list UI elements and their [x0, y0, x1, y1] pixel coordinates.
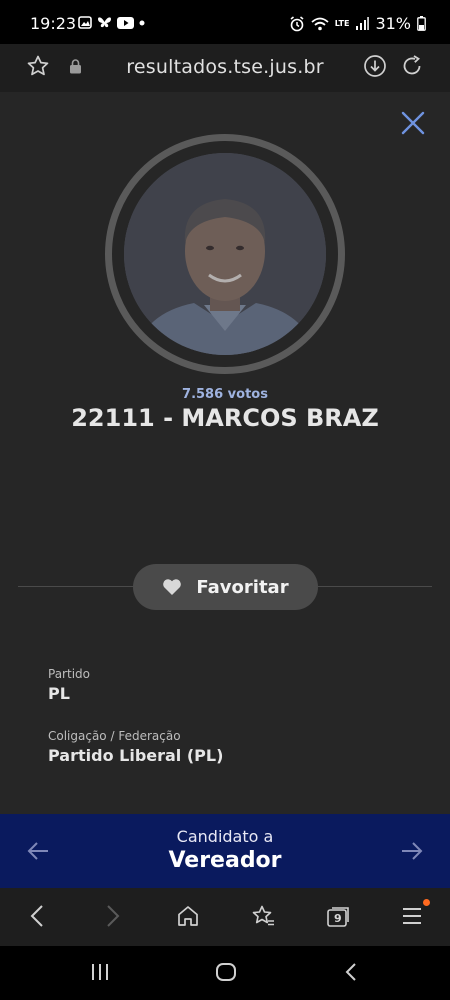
back-nav-icon[interactable]	[343, 962, 359, 982]
status-bar: 19:23 LTE 31%	[0, 0, 450, 44]
role-title: Vereador	[168, 848, 282, 873]
coalition-value: Partido Liberal (PL)	[48, 746, 224, 765]
browser-toolbar: 9	[0, 888, 450, 946]
candidate-panel: 7.586 votos 22111 - MARCOS BRAZ Favorita…	[0, 92, 450, 814]
home-icon[interactable]	[176, 904, 200, 928]
system-nav-bar	[0, 946, 450, 1000]
avatar-ring	[105, 134, 345, 374]
battery-percent: 31%	[375, 14, 411, 33]
recent-apps-icon[interactable]	[90, 962, 110, 982]
network-type-label: LTE	[334, 19, 350, 28]
back-icon[interactable]	[28, 904, 46, 928]
status-right-group: LTE 31%	[289, 14, 426, 33]
tab-count: 9	[334, 912, 342, 925]
next-arrow-icon[interactable]	[400, 840, 424, 862]
status-notification-icons	[78, 16, 145, 29]
close-icon[interactable]	[400, 110, 426, 136]
party-label: Partido	[48, 667, 90, 681]
browser-url-bar: resultados.tse.jus.br	[0, 44, 450, 92]
role-subtitle: Candidato a	[176, 827, 274, 846]
bookmarks-icon[interactable]	[251, 904, 277, 928]
candidate-role-bar: Candidato a Vereador	[0, 814, 450, 888]
alarm-icon	[290, 15, 304, 31]
party-value: PL	[48, 684, 70, 703]
home-nav-icon[interactable]	[215, 962, 237, 982]
butterfly-icon	[98, 17, 111, 28]
favorite-button[interactable]: Favoritar	[133, 564, 318, 610]
status-time: 19:23	[30, 14, 77, 33]
wifi-icon	[311, 17, 329, 30]
dot-icon	[139, 20, 145, 25]
forward-icon[interactable]	[104, 904, 122, 928]
tabs-button[interactable]: 9	[326, 906, 350, 928]
download-icon[interactable]	[363, 54, 387, 78]
divider-right	[318, 586, 432, 587]
reload-icon[interactable]	[400, 54, 424, 78]
candidate-name: 22111 - MARCOS BRAZ	[71, 404, 379, 432]
divider-left	[18, 586, 133, 587]
vote-count: 7.586 votos	[182, 387, 268, 402]
notification-dot	[423, 899, 430, 906]
youtube-icon	[117, 16, 134, 29]
candidate-photo	[124, 153, 326, 355]
heart-icon	[163, 579, 182, 595]
favorite-label: Favoritar	[196, 576, 289, 598]
menu-icon[interactable]	[402, 907, 422, 925]
coalition-label: Coligação / Federação	[48, 729, 181, 743]
signal-icon	[356, 16, 370, 30]
gallery-icon	[78, 16, 92, 29]
battery-icon	[417, 16, 426, 31]
